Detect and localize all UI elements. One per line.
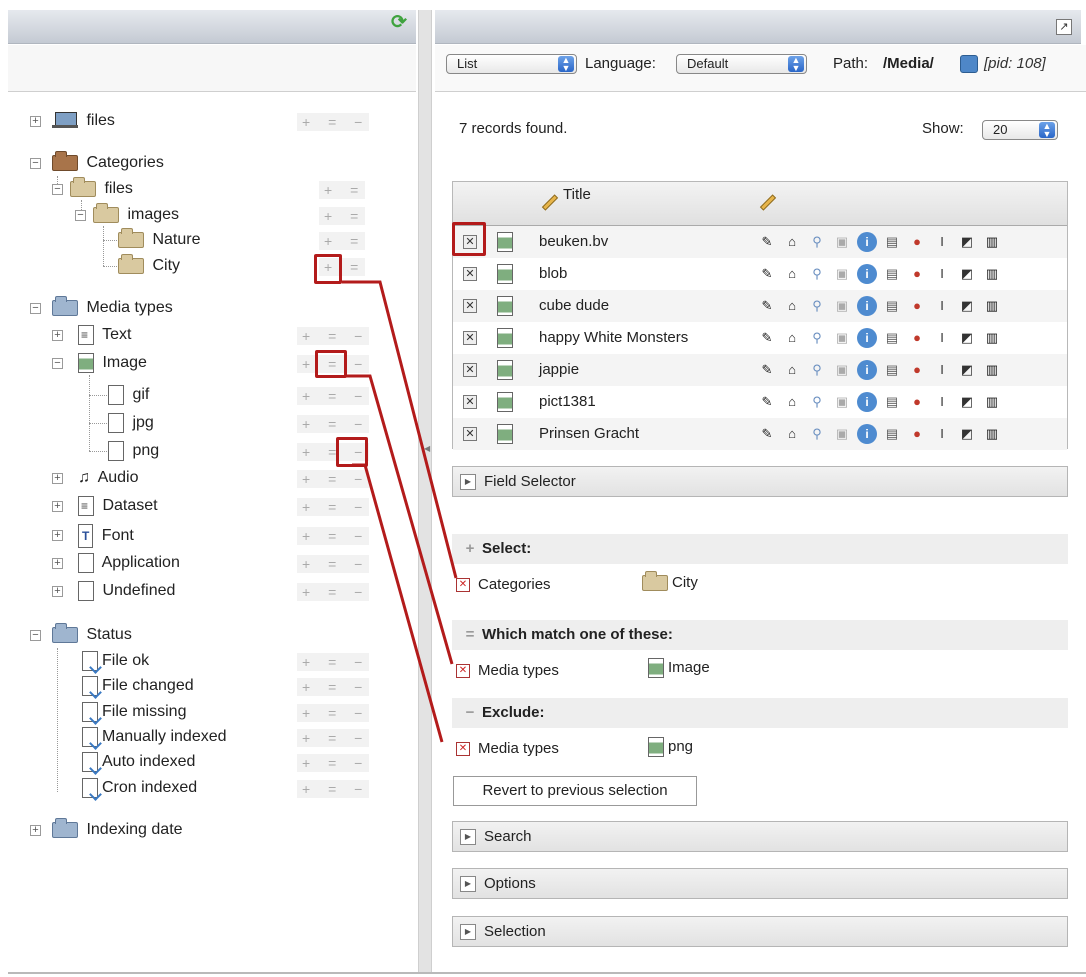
annotation-line <box>346 374 454 665</box>
annotation-lines <box>342 280 458 743</box>
annotation-line <box>342 280 458 579</box>
annotation-line <box>352 463 444 743</box>
